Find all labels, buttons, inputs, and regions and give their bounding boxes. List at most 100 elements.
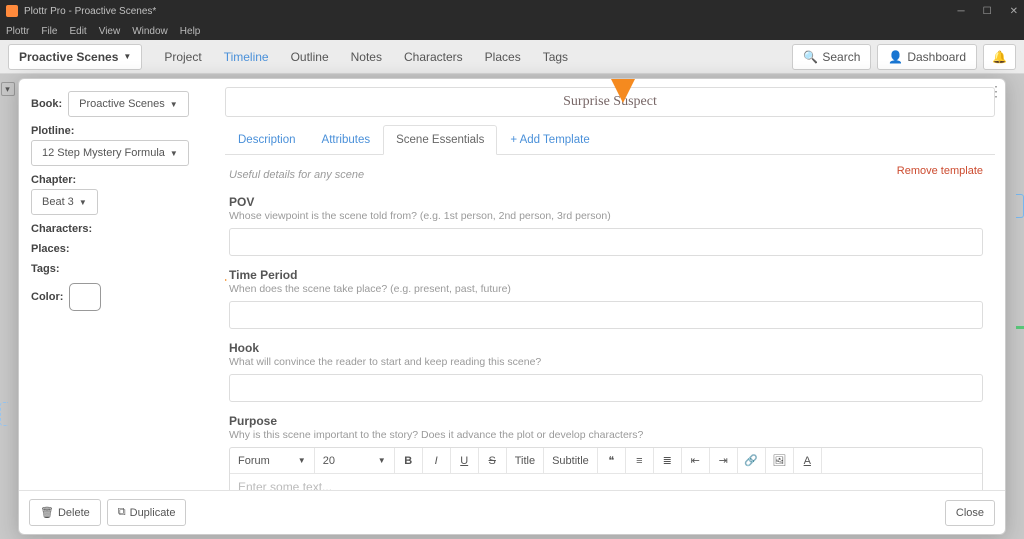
title-style-button[interactable]: Title [507, 448, 544, 473]
notifications-button[interactable]: 🔔 [983, 44, 1016, 70]
scene-modal: Book: Proactive Scenes▼ Plotline: 12 Ste… [18, 78, 1006, 535]
chapter-label: Chapter: [31, 174, 207, 186]
subtitle-style-button[interactable]: Subtitle [544, 448, 598, 473]
hook-title: Hook [229, 341, 983, 355]
link-icon[interactable]: 🔗 [738, 448, 766, 473]
caret-down-icon: ▼ [123, 52, 131, 61]
time-title: Time Period [229, 268, 983, 282]
italic-icon[interactable]: I [423, 448, 451, 473]
nav-characters[interactable]: Characters [404, 50, 463, 64]
close-button[interactable]: Close [945, 500, 995, 526]
color-swatch[interactable] [69, 283, 101, 311]
plotline-label: Plotline: [31, 125, 207, 137]
modal-content: ⋮ Description Attributes Scene Essential… [219, 79, 1005, 490]
pov-input[interactable] [229, 228, 983, 256]
minimize-icon[interactable]: ─ [958, 6, 965, 17]
menu-item[interactable]: Edit [69, 26, 86, 37]
template-helper: Useful details for any scene [229, 169, 364, 181]
copy-icon: ⧉ [118, 506, 126, 519]
list-unordered-icon[interactable]: ≣ [654, 448, 682, 473]
dashboard-label: Dashboard [907, 50, 966, 64]
close-icon[interactable]: ✕ [1010, 6, 1018, 17]
characters-label: Characters: [31, 223, 207, 235]
menu-item[interactable]: View [99, 26, 121, 37]
menu-item[interactable]: Window [132, 26, 168, 37]
color-label: Color: [31, 291, 63, 303]
font-select[interactable]: Forum▼ [230, 448, 315, 473]
purpose-title: Purpose [229, 414, 983, 428]
tab-description[interactable]: Description [225, 125, 309, 154]
strike-icon[interactable]: S [479, 448, 507, 473]
indent-icon[interactable]: ⇥ [710, 448, 738, 473]
nav-project[interactable]: Project [164, 50, 201, 64]
scenes-dropdown-label: Proactive Scenes [19, 50, 118, 64]
scene-tabs: Description Attributes Scene Essentials … [225, 125, 995, 155]
trash-icon: 🗑 [40, 506, 54, 519]
modal-footer: 🗑 Delete ⧉ Duplicate Close [19, 490, 1005, 534]
book-dropdown[interactable]: Proactive Scenes▼ [68, 91, 189, 117]
nav-places[interactable]: Places [485, 50, 521, 64]
window-title: Plottr Pro - Proactive Scenes* [24, 6, 156, 17]
user-icon: 👤 [888, 50, 903, 64]
nav-tags[interactable]: Tags [543, 50, 568, 64]
purpose-textarea[interactable]: Enter some text... [230, 474, 982, 490]
delete-button[interactable]: 🗑 Delete [29, 499, 101, 526]
field-pov: POV Whose viewpoint is the scene told fr… [229, 195, 983, 256]
outdent-icon[interactable]: ⇤ [682, 448, 710, 473]
kebab-menu-icon[interactable]: ⋮ [989, 83, 1003, 100]
top-nav: Proactive Scenes ▼ Project Timeline Outl… [0, 40, 1024, 74]
menu-item[interactable]: Help [180, 26, 201, 37]
remove-template-link[interactable]: Remove template [897, 165, 983, 177]
tab-add-template[interactable]: + Add Template [497, 125, 602, 154]
image-icon[interactable]: 🖼 [766, 448, 794, 473]
purpose-desc: Why is this scene important to the story… [229, 429, 983, 441]
hook-desc: What will convince the reader to start a… [229, 356, 983, 368]
time-input[interactable] [229, 301, 983, 329]
menu-item[interactable]: Plottr [6, 26, 29, 37]
quote-icon[interactable]: ❝ [598, 448, 626, 473]
search-icon: 🔍 [803, 50, 818, 64]
underline-icon[interactable]: U [451, 448, 479, 473]
tab-attributes[interactable]: Attributes [309, 125, 384, 154]
menu-bar: Plottr File Edit View Window Help [0, 22, 1024, 40]
search-button[interactable]: 🔍 Search [792, 44, 871, 70]
caret-down-icon: ▼ [170, 149, 178, 158]
nav-timeline[interactable]: Timeline [224, 50, 269, 64]
maximize-icon[interactable]: ☐ [983, 6, 992, 17]
template-pane: Useful details for any scene Remove temp… [225, 155, 995, 490]
tags-label: Tags: [31, 263, 207, 275]
filter-icon[interactable]: ▾ [1, 82, 15, 96]
modal-sidebar: Book: Proactive Scenes▼ Plotline: 12 Ste… [19, 79, 219, 490]
chapter-dropdown[interactable]: Beat 3▼ [31, 189, 98, 215]
bell-icon: 🔔 [992, 50, 1007, 64]
field-purpose: Purpose Why is this scene important to t… [229, 414, 983, 490]
pov-title: POV [229, 195, 983, 209]
scenes-dropdown[interactable]: Proactive Scenes ▼ [8, 44, 142, 70]
text-color-icon[interactable]: A [794, 448, 822, 473]
hook-input[interactable] [229, 374, 983, 402]
app-icon [6, 5, 18, 17]
duplicate-button[interactable]: ⧉ Duplicate [107, 499, 187, 526]
annotation-arrow-right [225, 270, 227, 290]
field-hook: Hook What will convince the reader to st… [229, 341, 983, 402]
title-bar: Plottr Pro - Proactive Scenes* ─ ☐ ✕ [0, 0, 1024, 22]
annotation-arrow-down [609, 79, 637, 103]
menu-item[interactable]: File [41, 26, 57, 37]
pov-desc: Whose viewpoint is the scene told from? … [229, 210, 983, 222]
dashboard-button[interactable]: 👤 Dashboard [877, 44, 977, 70]
nav-outline[interactable]: Outline [291, 50, 329, 64]
caret-down-icon: ▼ [79, 198, 87, 207]
places-label: Places: [31, 243, 207, 255]
book-label: Book: [31, 98, 62, 110]
caret-down-icon: ▼ [170, 100, 178, 109]
tab-scene-essentials[interactable]: Scene Essentials [383, 125, 497, 155]
search-label: Search [822, 50, 860, 64]
nav-notes[interactable]: Notes [351, 50, 382, 64]
list-ordered-icon[interactable]: ≡ [626, 448, 654, 473]
bold-icon[interactable]: B [395, 448, 423, 473]
window-controls: ─ ☐ ✕ [958, 6, 1018, 17]
field-time-period: Time Period When does the scene take pla… [229, 268, 983, 329]
size-select[interactable]: 20▼ [315, 448, 395, 473]
time-desc: When does the scene take place? (e.g. pr… [229, 283, 983, 295]
plotline-dropdown[interactable]: 12 Step Mystery Formula▼ [31, 140, 189, 166]
